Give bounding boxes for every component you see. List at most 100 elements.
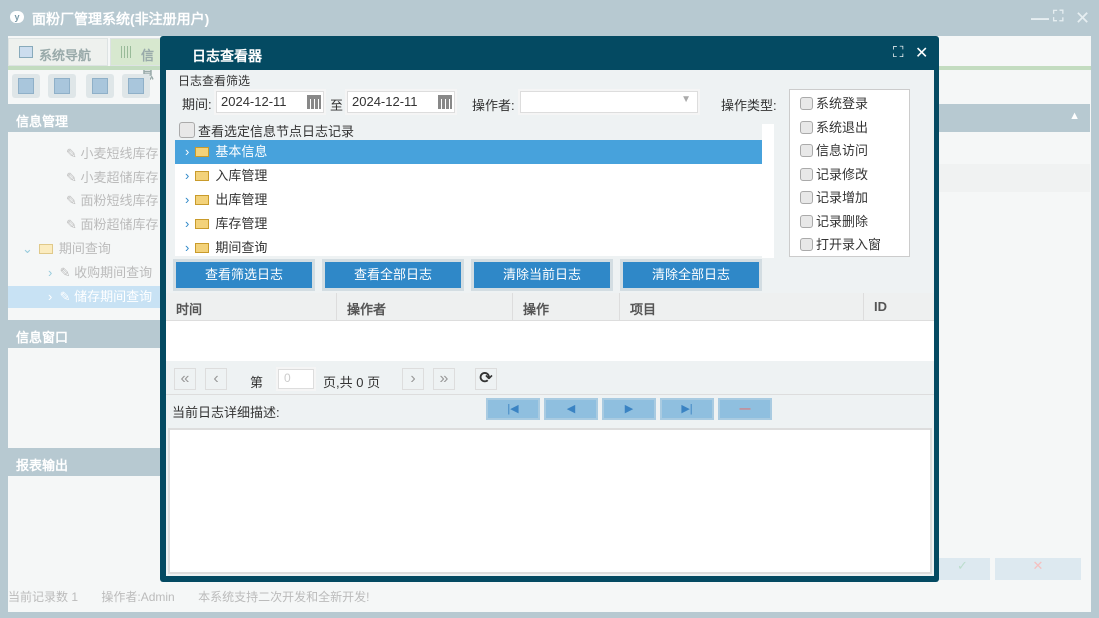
operation-type-list: 系统登录 系统退出 信息访问 记录修改 记录增加 记录删除 打开录入窗 <box>789 89 910 257</box>
tree-node[interactable]: › 入库管理 <box>175 164 762 188</box>
close-icon[interactable]: ✕ <box>1075 8 1090 29</box>
tab-system-nav[interactable]: 系统导航 <box>8 38 108 66</box>
tree-folder[interactable]: ⌄ 期间查询 <box>8 238 160 260</box>
confirm-button[interactable]: ✓ <box>935 558 990 580</box>
folder-icon <box>195 243 210 253</box>
checkbox-icon[interactable] <box>179 122 195 138</box>
document-tool-button[interactable] <box>86 74 114 98</box>
detail-textarea[interactable] <box>168 428 932 574</box>
chevron-down-icon: ▼ <box>681 94 691 105</box>
right-panel-header: ▲ <box>935 104 1090 132</box>
restore-icon[interactable]: ⛶ <box>1053 8 1064 25</box>
record-count: 当前记录数 1 <box>8 590 79 604</box>
tree-node[interactable]: › 出库管理 <box>175 188 762 212</box>
search-tool-button[interactable] <box>12 74 40 98</box>
column-header-time[interactable]: 时间 <box>166 293 337 320</box>
column-header-action[interactable]: 操作 <box>513 293 620 320</box>
app-titlebar: y 面粉厂管理系统(非注册用户) — ⛶ ✕ <box>0 0 1099 36</box>
clear-all-logs-button[interactable]: 清除全部日志 <box>623 262 759 288</box>
tree-item[interactable]: ✎ 小麦超储库存 <box>8 167 160 189</box>
detail-label: 当前日志详细描述: <box>172 405 280 420</box>
view-all-logs-button[interactable]: 查看全部日志 <box>325 262 461 288</box>
section-report-output[interactable]: 报表输出 <box>8 448 160 476</box>
column-header-item[interactable]: 项目 <box>620 293 864 320</box>
close-icon[interactable]: ✕ <box>915 43 928 63</box>
type-checkbox[interactable]: 信息访问 <box>790 137 909 161</box>
type-checkbox[interactable]: 记录修改 <box>790 161 909 185</box>
checkbox-icon[interactable] <box>800 144 813 157</box>
section-info-management[interactable]: 信息管理 <box>8 104 160 132</box>
delete-record-button[interactable]: — <box>718 398 772 420</box>
maximize-icon[interactable]: ⛶ <box>893 44 904 61</box>
last-record-button[interactable]: ▶| <box>660 398 714 420</box>
node-filter-checkbox[interactable]: 查看选定信息节点日志记录 <box>179 121 354 140</box>
date-from-input[interactable]: 2024-12-11 <box>216 91 324 113</box>
status-operator: 操作者:Admin <box>101 590 175 604</box>
tree-item[interactable]: ✎ 面粉短线库存 <box>8 190 160 212</box>
tab-label: 系统导航 <box>39 48 92 63</box>
checkbox-icon[interactable] <box>800 167 813 181</box>
checkbox-icon[interactable] <box>800 191 813 204</box>
last-page-button[interactable]: » <box>433 368 455 390</box>
column-header-id[interactable]: ID <box>864 293 934 320</box>
refresh-icon[interactable]: ⟳ <box>475 368 497 390</box>
log-grid: 时间 操作者 操作 项目 ID <box>166 293 934 361</box>
prev-page-button[interactable]: ‹ <box>205 368 227 390</box>
view-filtered-logs-button[interactable]: 查看筛选日志 <box>176 262 312 288</box>
page-number-input[interactable]: 0 <box>278 369 314 389</box>
user-tool-button[interactable] <box>122 74 150 98</box>
minimize-icon[interactable]: — <box>1031 8 1049 29</box>
calendar-icon[interactable] <box>438 95 452 109</box>
checkbox-icon[interactable] <box>800 120 813 134</box>
chevron-right-icon: › <box>48 289 60 304</box>
tree-item[interactable]: ✎ 面粉超储库存 <box>8 214 160 236</box>
first-record-button[interactable]: |◀ <box>486 398 540 420</box>
calendar-icon[interactable] <box>307 95 321 109</box>
report-icon: ✎ <box>66 146 81 161</box>
report-icon: ✎ <box>66 170 81 185</box>
grid-header: 时间 操作者 操作 项目 ID <box>166 293 934 321</box>
operator-select[interactable]: ▼ <box>520 91 698 113</box>
type-checkbox[interactable]: 系统退出 <box>790 114 909 138</box>
prev-record-button[interactable]: ◀ <box>544 398 598 420</box>
folder-icon <box>195 195 210 205</box>
page-prefix: 第 <box>250 375 264 390</box>
chevron-right-icon: › <box>185 144 190 159</box>
tree-node-selected[interactable]: › 基本信息 <box>175 140 762 164</box>
monitor-icon <box>19 46 33 58</box>
date-from-value: 2024-12-11 <box>221 94 287 109</box>
tree-node[interactable]: › 期间查询 <box>175 236 762 260</box>
list-icon <box>54 78 70 94</box>
folder-icon <box>38 244 53 254</box>
chevron-right-icon: › <box>48 265 60 280</box>
date-to-input[interactable]: 2024-12-11 <box>347 91 455 113</box>
tree-item-selected[interactable]: › ✎ 储存期间查询 <box>8 286 160 308</box>
collapse-up-icon[interactable]: ▲ <box>1069 110 1080 122</box>
tree-scroll-area <box>762 124 774 258</box>
divider <box>166 394 934 395</box>
tree-item[interactable]: ✎ 小麦短线库存 <box>8 143 160 165</box>
first-page-button[interactable]: « <box>174 368 196 390</box>
clear-current-log-button[interactable]: 清除当前日志 <box>474 262 610 288</box>
section-info-window[interactable]: 信息窗口 <box>8 320 160 348</box>
operator-label: 操作者: <box>472 98 515 113</box>
column-header-operator[interactable]: 操作者 <box>337 293 513 320</box>
cancel-button[interactable]: ✕ <box>995 558 1081 580</box>
tree-item[interactable]: › ✎ 收购期间查询 <box>8 262 160 284</box>
type-checkbox[interactable]: 打开录入窗 <box>790 231 909 255</box>
type-checkbox[interactable]: 系统登录 <box>790 90 909 114</box>
user-icon <box>128 78 144 94</box>
type-checkbox[interactable]: 记录删除 <box>790 208 909 232</box>
right-panel-row <box>935 164 1090 192</box>
dialog-title: 日志查看器 <box>192 48 262 64</box>
type-checkbox[interactable]: 记录增加 <box>790 184 909 208</box>
next-record-button[interactable]: ▶ <box>602 398 656 420</box>
checkbox-icon[interactable] <box>800 238 813 251</box>
tree-node[interactable]: › 库存管理 <box>175 212 762 236</box>
checkbox-icon[interactable] <box>800 214 813 228</box>
list-tool-button[interactable] <box>48 74 76 98</box>
checkbox-icon[interactable] <box>800 97 813 110</box>
next-page-button[interactable]: › <box>402 368 424 390</box>
chevron-right-icon: › <box>185 168 190 183</box>
period-label: 期间: <box>182 97 212 112</box>
